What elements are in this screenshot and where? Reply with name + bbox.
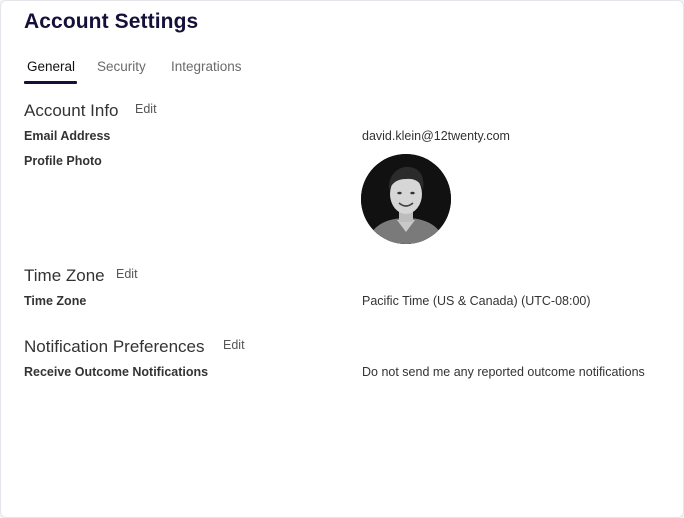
time-zone-label: Time Zone	[24, 294, 87, 308]
profile-photo-icon	[361, 154, 451, 244]
edit-notification-preferences-link[interactable]: Edit	[223, 338, 245, 352]
time-zone-value: Pacific Time (US & Canada) (UTC-08:00)	[362, 294, 591, 308]
email-address-value: david.klein@12twenty.com	[362, 129, 510, 143]
tab-integrations[interactable]: Integrations	[171, 59, 242, 81]
avatar	[361, 154, 451, 244]
tab-general[interactable]: General	[27, 59, 75, 81]
receive-outcome-notifications-value: Do not send me any reported outcome noti…	[362, 365, 645, 379]
receive-outcome-notifications-label: Receive Outcome Notifications	[24, 365, 209, 379]
settings-panel: Account Settings General Security Integr…	[0, 0, 684, 518]
tab-security[interactable]: Security	[97, 59, 146, 81]
profile-photo-label: Profile Photo	[24, 154, 102, 168]
edit-account-info-link[interactable]: Edit	[135, 102, 157, 116]
edit-time-zone-link[interactable]: Edit	[116, 267, 138, 281]
section-title-account-info: Account Info	[24, 101, 119, 120]
section-title-notification-preferences: Notification Preferences	[24, 337, 205, 356]
active-tab-indicator	[24, 81, 77, 84]
section-title-time-zone: Time Zone	[24, 266, 105, 285]
page-title: Account Settings	[24, 10, 199, 33]
email-address-label: Email Address	[24, 129, 111, 143]
